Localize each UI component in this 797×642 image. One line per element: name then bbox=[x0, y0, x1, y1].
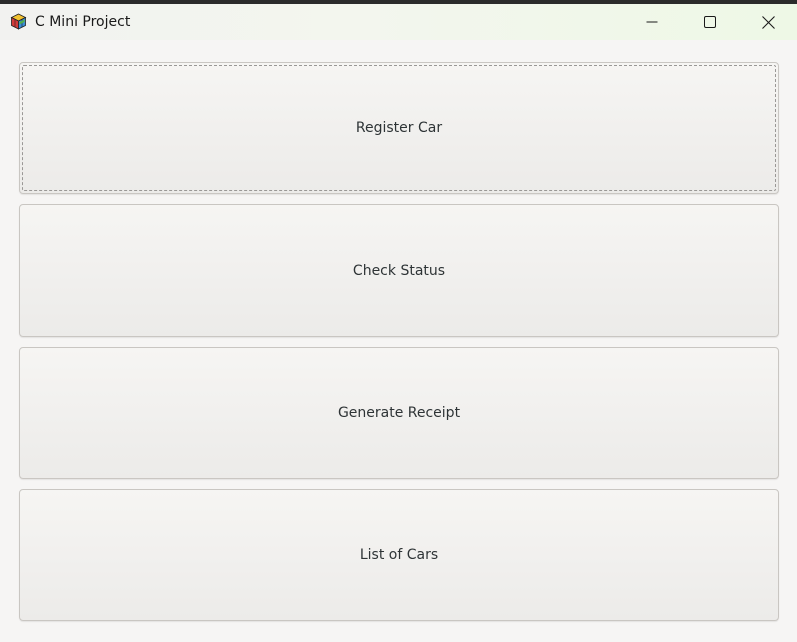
minimize-button[interactable] bbox=[623, 4, 681, 40]
maximize-button[interactable] bbox=[681, 4, 739, 40]
multicolor-cube-icon bbox=[10, 13, 27, 30]
window-title: C Mini Project bbox=[35, 14, 131, 30]
list-of-cars-button[interactable]: List of Cars bbox=[19, 489, 779, 621]
list-of-cars-label: List of Cars bbox=[359, 547, 439, 563]
check-status-label: Check Status bbox=[352, 262, 446, 279]
generate-receipt-label: Generate Receipt bbox=[337, 405, 461, 421]
close-button[interactable] bbox=[739, 4, 797, 40]
minimize-icon bbox=[646, 21, 658, 23]
maximize-icon bbox=[704, 16, 716, 28]
app-window: C Mini Project Register Car Check Status… bbox=[0, 4, 797, 642]
generate-receipt-button[interactable]: Generate Receipt bbox=[19, 347, 779, 479]
close-icon bbox=[761, 15, 775, 29]
register-car-button[interactable]: Register Car bbox=[19, 62, 779, 194]
check-status-button[interactable]: Check Status bbox=[19, 204, 779, 337]
title-bar[interactable]: C Mini Project bbox=[0, 4, 797, 40]
register-car-label: Register Car bbox=[355, 120, 443, 136]
